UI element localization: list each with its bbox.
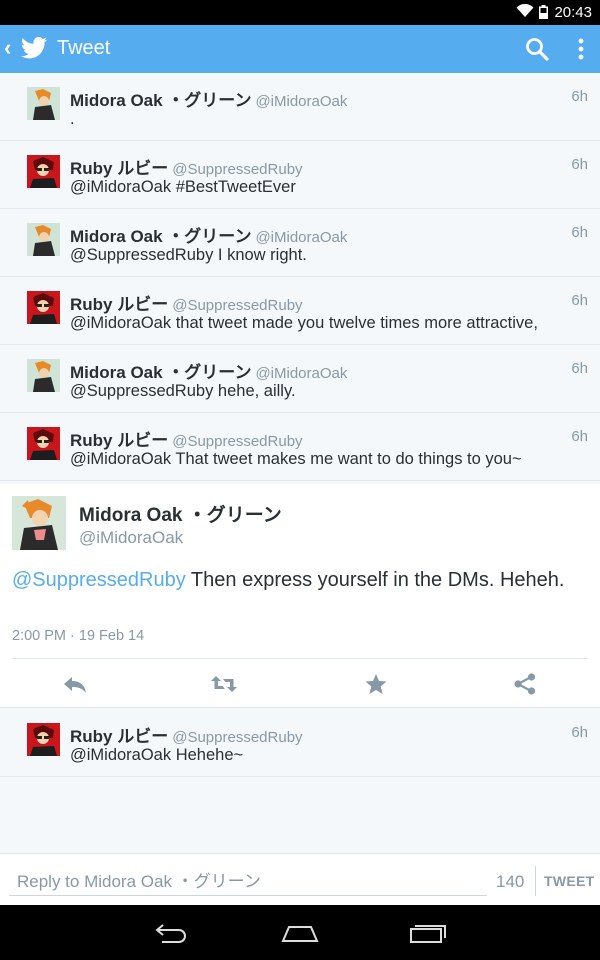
tweet-time: 6h xyxy=(571,292,588,309)
focused-user-handle[interactable]: @iMidoraOak xyxy=(79,528,183,548)
avatar-ruby[interactable] xyxy=(27,427,60,460)
overflow-menu-icon[interactable] xyxy=(575,37,587,61)
divider xyxy=(535,866,536,896)
back-icon[interactable] xyxy=(154,922,190,944)
search-icon[interactable] xyxy=(525,37,549,61)
focused-tweet-body: Then express yourself in the DMs. Heheh. xyxy=(185,569,565,591)
page-title: Tweet xyxy=(57,37,111,59)
tweet-row[interactable]: Ruby ルビー @SuppressedRuby 6h @iMidoraOak #… xyxy=(0,141,600,209)
user-handle[interactable]: @iMidoraOak xyxy=(255,229,347,246)
home-icon[interactable] xyxy=(281,922,319,944)
tweet-text: @iMidoraOak that tweet made you twelve t… xyxy=(70,314,538,332)
favorite-star-icon[interactable] xyxy=(363,672,389,696)
tweet-timestamp[interactable]: 2:00 PM · 19 Feb 14 xyxy=(12,628,144,644)
reply-tweet-row[interactable]: Ruby ルビー @SuppressedRuby 6h @iMidoraOak H… xyxy=(0,709,600,777)
reply-composer: 140 TWEET xyxy=(0,853,600,905)
tweet-button[interactable]: TWEET xyxy=(544,873,595,889)
focused-tweet-text: @SuppressedRuby Then express yourself in… xyxy=(12,566,582,594)
avatar-midora[interactable] xyxy=(27,223,60,256)
user-name[interactable]: Ruby ルビー xyxy=(70,159,168,178)
user-name[interactable]: Ruby ルビー xyxy=(70,295,168,314)
focused-user-name[interactable]: Midora Oak ・グリーン xyxy=(79,500,282,527)
system-nav-bar xyxy=(0,905,600,960)
tweet-text: . xyxy=(70,110,75,128)
user-handle[interactable]: @iMidoraOak xyxy=(255,365,347,382)
tweet-row[interactable]: Midora Oak ・グリーン @iMidoraOak 6h @Suppress… xyxy=(0,345,600,413)
tweet-row[interactable]: Midora Oak ・グリーン @iMidoraOak 6h . xyxy=(0,73,600,141)
divider xyxy=(12,658,588,659)
tweet-time: 6h xyxy=(571,724,588,741)
reply-icon[interactable] xyxy=(62,672,88,696)
retweet-icon[interactable] xyxy=(211,672,237,696)
user-handle[interactable]: @SuppressedRuby xyxy=(172,297,302,314)
tweet-row[interactable]: Ruby ルビー @SuppressedRuby 6h @iMidoraOak T… xyxy=(0,413,600,481)
clock: 20:43 xyxy=(554,4,592,21)
reply-input[interactable] xyxy=(9,868,487,896)
tweet-time: 6h xyxy=(571,156,588,173)
focused-tweet: Midora Oak ・グリーン @iMidoraOak @Suppressed… xyxy=(0,484,600,708)
avatar-ruby[interactable] xyxy=(27,291,60,324)
avatar-midora-large[interactable] xyxy=(12,496,66,550)
tweet-time: 6h xyxy=(571,224,588,241)
user-name[interactable]: Ruby ルビー xyxy=(70,727,168,746)
back-chevron-icon[interactable]: ‹ xyxy=(4,35,11,61)
wifi-icon xyxy=(516,4,534,17)
avatar-ruby[interactable] xyxy=(27,723,60,756)
user-handle[interactable]: @SuppressedRuby xyxy=(172,729,302,746)
user-name[interactable]: Midora Oak ・グリーン xyxy=(70,363,251,382)
avatar-midora[interactable] xyxy=(27,359,60,392)
user-handle[interactable]: @SuppressedRuby xyxy=(172,161,302,178)
recent-apps-icon[interactable] xyxy=(409,922,447,944)
tweet-time: 6h xyxy=(571,428,588,445)
status-bar: 20:43 xyxy=(0,0,600,25)
user-handle[interactable]: @iMidoraOak xyxy=(255,93,347,110)
tweet-text: @SuppressedRuby hehe, ailly. xyxy=(70,382,296,400)
tweet-time: 6h xyxy=(571,360,588,377)
user-name[interactable]: Ruby ルビー xyxy=(70,431,168,450)
user-name[interactable]: Midora Oak ・グリーン xyxy=(70,227,251,246)
conversation-list: Midora Oak ・グリーン @iMidoraOak 6h . Ruby ルビ… xyxy=(0,73,600,481)
user-name[interactable]: Midora Oak ・グリーン xyxy=(70,91,251,110)
app-bar: ‹ Tweet xyxy=(0,25,600,73)
character-count: 140 xyxy=(496,872,525,891)
tweet-time: 6h xyxy=(571,88,588,105)
mention-link[interactable]: @SuppressedRuby xyxy=(12,569,186,591)
user-handle[interactable]: @SuppressedRuby xyxy=(172,433,302,450)
avatar-ruby[interactable] xyxy=(27,155,60,188)
battery-icon xyxy=(539,5,548,19)
tweet-text: @SuppressedRuby I know right. xyxy=(70,246,307,264)
twitter-bird-icon[interactable] xyxy=(20,37,48,60)
tweet-row[interactable]: Midora Oak ・グリーン @iMidoraOak 6h @Suppress… xyxy=(0,209,600,277)
tweet-row[interactable]: Ruby ルビー @SuppressedRuby 6h @iMidoraOak t… xyxy=(0,277,600,345)
avatar-midora[interactable] xyxy=(27,87,60,120)
tweet-text: @iMidoraOak #BestTweetEver xyxy=(70,178,296,196)
tweet-text: @iMidoraOak Hehehe~ xyxy=(70,746,244,764)
share-icon[interactable] xyxy=(512,672,538,696)
tweet-text: @iMidoraOak That tweet makes me want to … xyxy=(70,450,522,468)
